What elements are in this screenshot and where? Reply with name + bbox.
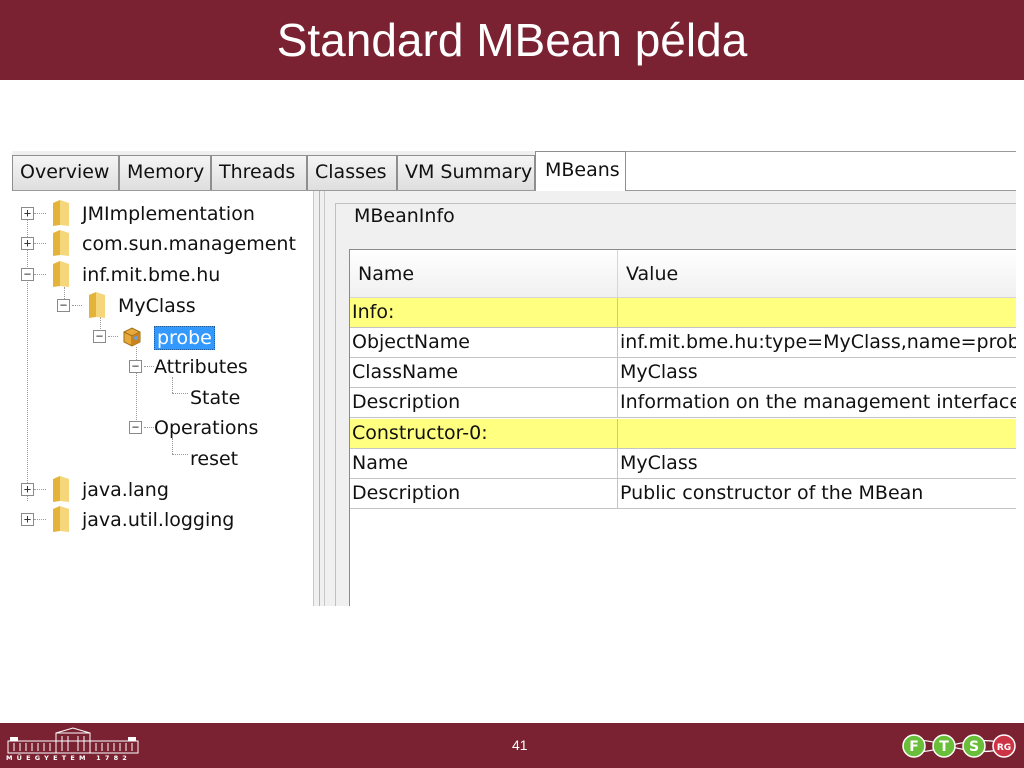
tree-node-inf-mit-bme-hu[interactable]: − inf.mit.bme.hu	[12, 260, 312, 290]
folder-icon	[53, 261, 69, 287]
row-value: Public constructor of the MBean	[620, 482, 924, 504]
tree-node-label: java.lang	[82, 479, 169, 501]
expand-plus-icon[interactable]: +	[21, 237, 34, 250]
table-row[interactable]: ObjectName inf.mit.bme.hu:type=MyClass,n…	[350, 328, 1016, 358]
folder-icon	[53, 200, 69, 226]
tree-node-label: com.sun.management	[82, 233, 296, 255]
tree-node-attributes[interactable]: − Attributes	[12, 352, 312, 382]
tree-node-label: State	[190, 387, 241, 409]
tab-memory[interactable]: Memory	[119, 155, 211, 190]
tree-node-probe[interactable]: − probe	[12, 322, 312, 352]
expand-plus-icon[interactable]: +	[21, 513, 34, 526]
tab-threads[interactable]: Threads	[211, 155, 307, 190]
ftsrg-letter-f: F	[909, 739, 919, 755]
tab-classes[interactable]: Classes	[307, 155, 397, 190]
ftsrg-letters-rg: RG	[997, 743, 1011, 753]
table-row[interactable]: Description Public constructor of the MB…	[350, 479, 1016, 509]
collapse-minus-icon[interactable]: −	[129, 421, 142, 434]
collapse-minus-icon[interactable]: −	[129, 360, 142, 373]
column-header-value[interactable]: Value	[618, 250, 1016, 298]
table-row-section[interactable]: Info:	[350, 298, 1016, 328]
tree-node-java-lang[interactable]: + java.lang	[12, 475, 312, 505]
row-value: Information on the management interface …	[620, 391, 1016, 413]
tree-node-label: JMImplementation	[82, 203, 255, 225]
tree-node-label: java.util.logging	[82, 509, 235, 531]
row-name: Description	[350, 388, 618, 418]
tree-node-jmimplementation[interactable]: + JMImplementation	[12, 199, 312, 229]
expand-plus-icon[interactable]: +	[21, 207, 34, 220]
bme-logo-text: MŰEGYETEM 1782	[6, 754, 132, 762]
mbean-info-panel: MBeanInfo Name Value Info: ObjectName in…	[325, 191, 1016, 606]
ftsrg-letter-t: T	[939, 739, 949, 755]
row-name: Constructor-0:	[350, 419, 618, 449]
slide-footer: MŰEGYETEM 1782 41 F T S RG	[0, 723, 1024, 768]
group-title: MBeanInfo	[351, 205, 458, 227]
ftsrg-letter-s: S	[969, 739, 979, 755]
mbean-tree: + JMImplementation + com.sun.management …	[12, 191, 313, 606]
tree-node-label: MyClass	[118, 295, 196, 317]
row-value: MyClass	[620, 361, 698, 383]
collapse-minus-icon[interactable]: −	[57, 299, 70, 312]
mbeans-content: + JMImplementation + com.sun.management …	[12, 191, 1016, 606]
row-name: ObjectName	[350, 328, 618, 358]
table-row-section[interactable]: Constructor-0:	[350, 419, 1016, 449]
page-number: 41	[512, 737, 528, 753]
tab-bar-filler	[625, 151, 1016, 190]
slide-header: Standard MBean példa	[0, 0, 1024, 80]
mbean-info-group: MBeanInfo Name Value Info: ObjectName in…	[335, 203, 1016, 606]
collapse-minus-icon[interactable]: −	[21, 268, 34, 281]
row-value	[618, 298, 1016, 328]
tree-node-com-sun-management[interactable]: + com.sun.management	[12, 229, 312, 259]
mbean-info-table: Name Value Info: ObjectName inf.mit.bme.…	[349, 249, 1016, 606]
mbean-icon	[123, 327, 141, 347]
row-value	[618, 419, 1016, 449]
split-pane-divider[interactable]	[313, 191, 325, 606]
expand-plus-icon[interactable]: +	[21, 483, 34, 496]
folder-icon	[53, 476, 69, 502]
folder-icon	[53, 230, 69, 256]
collapse-minus-icon[interactable]: −	[93, 330, 106, 343]
tree-node-label: Operations	[154, 417, 259, 439]
table-row[interactable]: Name MyClass	[350, 449, 1016, 479]
column-header-name[interactable]: Name	[350, 250, 618, 298]
tree-node-myclass[interactable]: − MyClass	[12, 291, 312, 321]
tab-mbeans[interactable]: MBeans	[535, 151, 626, 191]
row-name: Description	[350, 479, 618, 509]
tree-node-label: probe	[154, 326, 215, 350]
row-value: MyClass	[620, 452, 698, 474]
table-empty-area	[618, 510, 619, 606]
tree-node-operations[interactable]: − Operations	[12, 413, 312, 443]
tab-vm-summary[interactable]: VM Summary	[397, 155, 535, 190]
row-name: ClassName	[350, 358, 618, 388]
folder-icon	[53, 506, 69, 532]
row-value: inf.mit.bme.hu:type=MyClass,name=probe	[620, 331, 1016, 353]
jconsole-window: Overview Memory Threads Classes VM Summa…	[12, 151, 1016, 606]
row-name: Name	[350, 449, 618, 479]
tree-node-state[interactable]: State	[12, 383, 312, 413]
tree-node-label: inf.mit.bme.hu	[82, 264, 221, 286]
slide-title: Standard MBean példa	[276, 14, 748, 66]
tab-bar: Overview Memory Threads Classes VM Summa…	[12, 151, 1016, 191]
table-row[interactable]: ClassName MyClass	[350, 358, 1016, 388]
tab-overview[interactable]: Overview	[12, 155, 119, 190]
tree-node-java-util-logging[interactable]: + java.util.logging	[12, 505, 312, 535]
folder-icon	[89, 292, 105, 318]
tree-node-label: Attributes	[154, 356, 248, 378]
table-row[interactable]: Description Information on the managemen…	[350, 388, 1016, 418]
tree-node-label: reset	[190, 448, 239, 470]
ftsrg-logo: F T S RG	[902, 734, 1016, 758]
row-name: Info:	[350, 298, 618, 328]
tree-node-reset[interactable]: reset	[12, 444, 312, 474]
